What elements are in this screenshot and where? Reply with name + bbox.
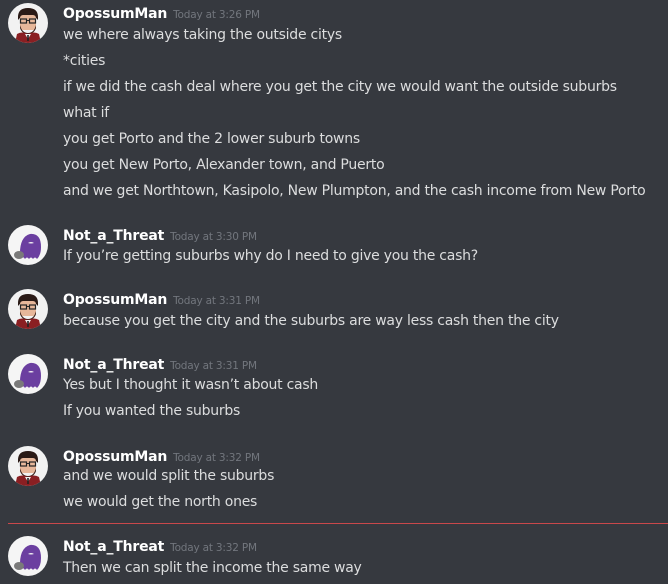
message-timestamp: Today at 3:30 PM bbox=[170, 231, 257, 243]
message-text: we where always taking the outside citys bbox=[63, 27, 342, 43]
message-timestamp: Today at 3:26 PM bbox=[173, 9, 260, 21]
author-name[interactable]: OpossumMan bbox=[63, 6, 167, 22]
message-text: Then we can split the income the same wa… bbox=[63, 560, 362, 576]
message-text: and we get Northtown, Kasipolo, New Plum… bbox=[63, 183, 646, 199]
opossum-avatar-icon[interactable] bbox=[8, 446, 48, 486]
message-text: you get Porto and the 2 lower suburb tow… bbox=[63, 131, 360, 147]
message-text: because you get the city and the suburbs… bbox=[63, 313, 559, 329]
author-name[interactable]: OpossumMan bbox=[63, 292, 167, 308]
message-header: OpossumMan Today at 3:26 PM bbox=[63, 3, 260, 23]
author-name[interactable]: Not_a_Threat bbox=[63, 357, 164, 373]
message-text: Yes but I thought it wasn’t about cash bbox=[63, 377, 319, 393]
message-text: *cities bbox=[63, 53, 106, 69]
message-text: we would get the north ones bbox=[63, 494, 258, 510]
message-timestamp: Today at 3:32 PM bbox=[170, 542, 257, 554]
message-timestamp: Today at 3:32 PM bbox=[173, 452, 260, 464]
ghost-avatar-icon[interactable] bbox=[8, 225, 48, 265]
message-text: if we did the cash deal where you get th… bbox=[63, 79, 617, 95]
message-text: If you wanted the suburbs bbox=[63, 403, 241, 419]
author-name[interactable]: Not_a_Threat bbox=[63, 539, 164, 555]
message-header: Not_a_Threat Today at 3:31 PM bbox=[63, 354, 257, 374]
opossum-avatar-icon[interactable] bbox=[8, 289, 48, 329]
ghost-avatar-icon[interactable] bbox=[8, 536, 48, 576]
new-messages-divider bbox=[8, 523, 668, 524]
ghost-avatar-icon[interactable] bbox=[8, 354, 48, 394]
message-header: OpossumMan Today at 3:32 PM bbox=[63, 446, 260, 466]
author-name[interactable]: OpossumMan bbox=[63, 449, 167, 465]
message-text: what if bbox=[63, 105, 109, 121]
message-text: you get New Porto, Alexander town, and P… bbox=[63, 157, 385, 173]
chat-message-list: OpossumMan Today at 3:26 PM we where alwa… bbox=[0, 0, 668, 584]
opossum-avatar-icon[interactable] bbox=[8, 3, 48, 43]
message-timestamp: Today at 3:31 PM bbox=[170, 360, 257, 372]
message-header: OpossumMan Today at 3:31 PM bbox=[63, 289, 260, 309]
author-name[interactable]: Not_a_Threat bbox=[63, 228, 164, 244]
message-timestamp: Today at 3:31 PM bbox=[173, 295, 260, 307]
message-text: and we would split the suburbs bbox=[63, 468, 275, 484]
message-header: Not_a_Threat Today at 3:30 PM bbox=[63, 225, 257, 245]
message-text: If you’re getting suburbs why do I need … bbox=[63, 248, 478, 264]
message-header: Not_a_Threat Today at 3:32 PM bbox=[63, 536, 257, 556]
